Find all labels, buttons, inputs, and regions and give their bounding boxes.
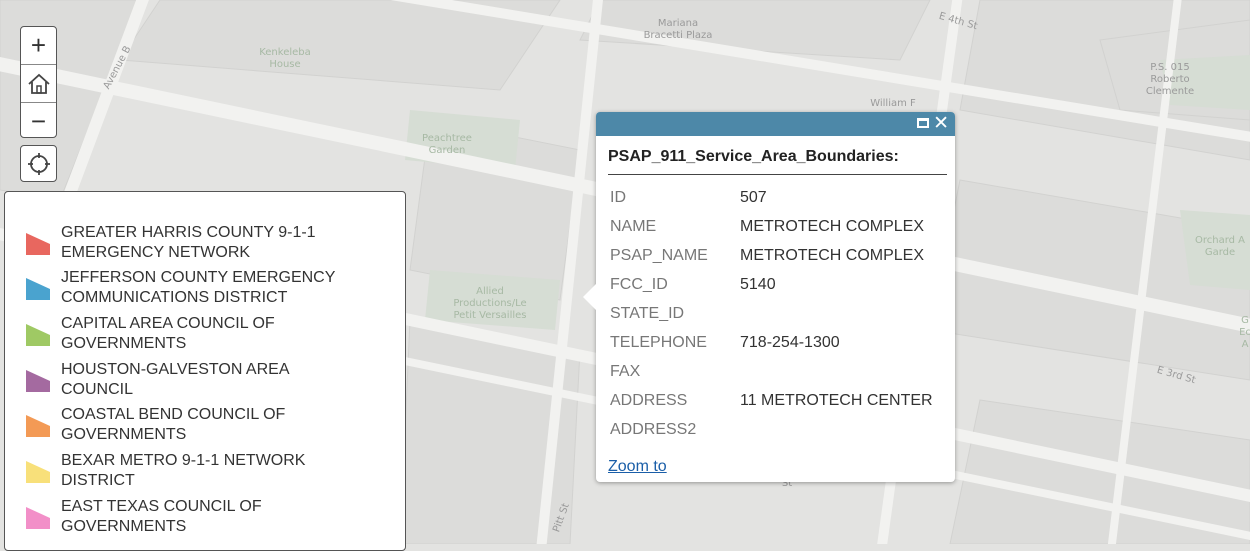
attribute-value: 11 METROTECH CENTER <box>740 391 933 409</box>
attribute-row: ID 507 <box>610 183 940 212</box>
legend-item: GREATER HARRIS COUNTY 9-1-1 EMERGENCY NE… <box>25 223 351 263</box>
attribute-value: METROTECH COMPLEX <box>740 217 925 235</box>
attribute-value: 718-254-1300 <box>740 333 840 351</box>
legend-item: COASTAL BEND COUNCIL OF GOVERNMENTS <box>25 405 351 445</box>
legend-item: BEXAR METRO 9-1-1 NETWORK DISTRICT <box>25 451 351 491</box>
zoom-out-button[interactable]: − <box>21 103 56 140</box>
attribute-table[interactable]: ID 507 NAME METROTECH COMPLEX PSAP_NAME METRO… <box>610 183 940 449</box>
attribute-key: PSAP_NAME <box>610 246 708 264</box>
popup-header: ✕ <box>596 112 955 136</box>
maximize-icon[interactable] <box>917 118 929 128</box>
popup-pointer <box>583 284 596 310</box>
attribute-key: STATE_ID <box>610 304 685 322</box>
attribute-value: 5140 <box>740 275 776 293</box>
attribute-row: FCC_ID 5140 <box>610 270 940 299</box>
legend-label: HOUSTON-GALVESTON AREA COUNCIL <box>61 361 289 398</box>
place-label: P.S. 015 Roberto Clemente <box>1145 62 1195 97</box>
legend-label: COASTAL BEND COUNCIL OF GOVERNMENTS <box>61 406 286 443</box>
place-label: Allied Productions/Le Petit Versailles <box>453 286 527 321</box>
legend-label: BEXAR METRO 9-1-1 NETWORK DISTRICT <box>61 452 306 489</box>
place-label: G Ec A <box>1239 315 1250 350</box>
place-label: Kenkeleba House <box>259 47 311 70</box>
attribute-row: STATE_ID <box>610 299 940 328</box>
feature-popup: ✕ PSAP_911_Service_Area_Boundaries: ID 50… <box>583 112 955 482</box>
attribute-key: FAX <box>610 362 641 380</box>
legend-label: EAST TEXAS COUNCIL OF GOVERNMENTS <box>61 498 262 535</box>
attribute-key: TELEPHONE <box>610 333 707 351</box>
attribute-row: FAX <box>610 357 940 386</box>
place-label: Peachtree Garden <box>422 133 472 156</box>
attribute-key: ID <box>610 188 626 206</box>
legend-swatch <box>26 233 50 255</box>
home-icon <box>27 73 50 94</box>
popup-title: PSAP_911_Service_Area_Boundaries: <box>608 148 947 175</box>
locate-button[interactable] <box>20 145 57 182</box>
attribute-key: ADDRESS2 <box>610 420 697 438</box>
legend-swatch <box>26 370 50 392</box>
attribute-key: ADDRESS <box>610 391 688 409</box>
legend-swatch <box>26 507 50 529</box>
attribute-value: METROTECH COMPLEX <box>740 246 925 264</box>
zoom-to-link[interactable]: Zoom to <box>608 458 667 476</box>
attribute-value: 507 <box>740 188 767 206</box>
home-button[interactable] <box>21 65 56 103</box>
attribute-row: CITYBROOKLYN <box>610 444 940 449</box>
legend-swatch <box>26 415 50 437</box>
attribute-row: ADDRESS2 <box>610 415 940 444</box>
attribute-row: ADDRESS 11 METROTECH CENTER <box>610 386 940 415</box>
attribute-key: NAME <box>610 217 657 235</box>
legend-item: JEFFERSON COUNTY EMERGENCY COMMUNICATION… <box>25 268 351 308</box>
attribute-key: FCC_ID <box>610 275 668 293</box>
legend-item: EAST TEXAS COUNCIL OF GOVERNMENTS <box>25 497 351 537</box>
legend-swatch <box>26 461 50 483</box>
legend-label: JEFFERSON COUNTY EMERGENCY COMMUNICATION… <box>61 269 336 306</box>
locate-icon <box>27 152 50 175</box>
zoom-in-button[interactable]: + <box>21 27 56 65</box>
legend-label: GREATER HARRIS COUNTY 9-1-1 EMERGENCY NE… <box>61 224 316 261</box>
attribute-row: TELEPHONE 718-254-1300 <box>610 328 940 357</box>
attribute-row: PSAP_NAME METROTECH COMPLEX <box>610 241 940 270</box>
place-label: William F <box>870 98 916 109</box>
zoom-controls: + − <box>20 26 57 138</box>
legend-swatch <box>26 278 50 300</box>
legend-item: HOUSTON-GALVESTON AREA COUNCIL <box>25 360 351 400</box>
legend-label: CAPITAL AREA COUNCIL OF GOVERNMENTS <box>61 315 275 352</box>
legend-swatch <box>26 324 50 346</box>
legend-item: CAPITAL AREA COUNCIL OF GOVERNMENTS <box>25 314 351 354</box>
legend-panel: GREATER HARRIS COUNTY 9-1-1 EMERGENCY NE… <box>4 191 406 551</box>
attribute-row: NAME METROTECH COMPLEX <box>610 212 940 241</box>
place-label: Orchard A Garde <box>1194 235 1246 258</box>
place-label: Mariana Bracetti Plaza <box>643 18 713 41</box>
close-icon[interactable]: ✕ <box>933 112 949 136</box>
